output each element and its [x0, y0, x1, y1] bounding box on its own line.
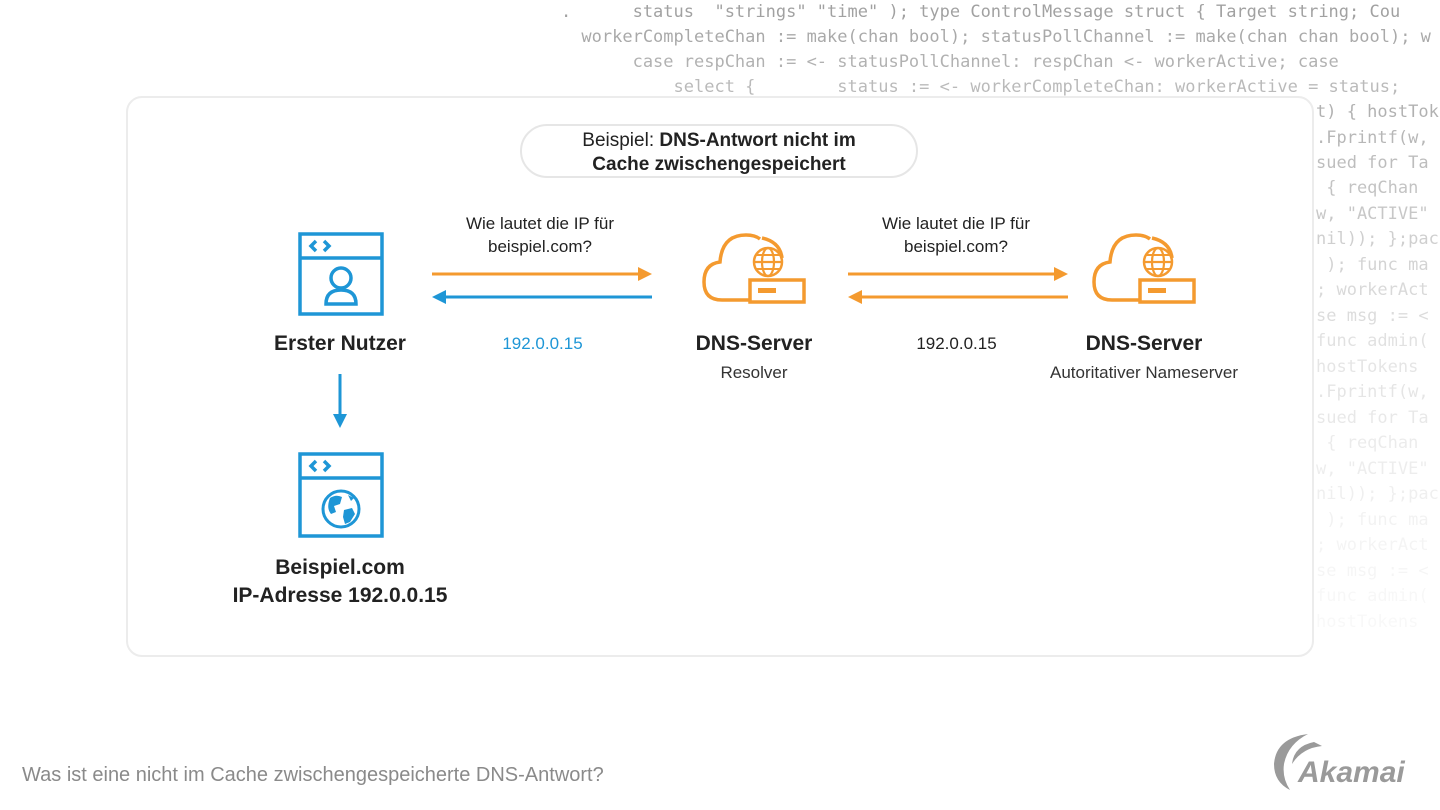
cloud-server-globe-icon: [1092, 233, 1196, 304]
code-line: func admin(: [1316, 586, 1429, 606]
code-line: select { status := <- workerCompleteChan…: [520, 77, 1401, 97]
code-line: hostTokens: [1316, 612, 1418, 632]
resolver-label: DNS-Server: [695, 332, 813, 355]
answer-ip-to-resolver: 192.0.0.15: [916, 334, 997, 353]
title-lead: Beispiel:: [582, 130, 660, 151]
website-label-line2: IP-Adresse 192.0.0.15: [232, 584, 448, 607]
code-line: { reqChan: [1316, 433, 1419, 453]
website-label-line1: Beispiel.com: [275, 556, 405, 579]
footer-caption: Was ist eine nicht im Cache zwischengesp…: [22, 764, 604, 786]
code-line: w, "ACTIVE": [1316, 204, 1429, 224]
code-line: sued for Ta: [1316, 153, 1429, 173]
code-line: ; workerAct: [1316, 280, 1429, 300]
question-line2: beispiel.com?: [488, 237, 592, 256]
code-line: nil)); };pac: [1316, 484, 1439, 504]
arrowhead-left: [432, 290, 446, 304]
akamai-logo: Akamai: [1274, 734, 1405, 790]
code-line: ); func ma: [1316, 510, 1429, 530]
authoritative-sublabel: Autoritativer Nameserver: [1049, 363, 1238, 382]
code-line: .Fprintf(w,: [1316, 382, 1429, 402]
code-line: case respChan := <- statusPollChannel: r…: [520, 52, 1339, 72]
arrow-down-icon: [333, 374, 347, 428]
question-line2: beispiel.com?: [904, 237, 1008, 256]
arrows-resolver-authoritative: [848, 267, 1068, 304]
answer-ip-to-user: 192.0.0.15: [502, 334, 583, 353]
code-line: se msg := <: [1316, 306, 1429, 326]
code-line: t) { hostTok: [1316, 102, 1439, 122]
question-line1: Wie lautet die IP für: [465, 214, 615, 233]
arrowhead-right: [1054, 267, 1068, 281]
arrows-user-resolver: [432, 267, 652, 304]
code-line: nil)); };pac: [1316, 229, 1439, 249]
question-resolver-to-authoritative: Wie lautet die IP für beispiel.com?: [846, 212, 1066, 258]
question-user-to-resolver: Wie lautet die IP für beispiel.com?: [430, 212, 650, 258]
title-bold-line1: DNS-Antwort nicht im: [659, 130, 856, 151]
logo-text: Akamai: [1297, 756, 1405, 789]
question-line1: Wie lautet die IP für: [881, 214, 1031, 233]
code-line: w, "ACTIVE": [1316, 459, 1429, 479]
diagram-title: Beispiel: DNS-Antwort nicht im Cache zwi…: [520, 124, 918, 178]
authoritative-label: DNS-Server: [1085, 332, 1203, 355]
code-line: func admin(: [1316, 331, 1429, 351]
code-line: hostTokens: [1316, 357, 1419, 377]
code-line: . status "strings" "time" ); type Contro…: [520, 2, 1401, 22]
code-line: ); func ma: [1316, 255, 1429, 275]
title-bold-line2: Cache zwischengespeichert: [592, 154, 846, 175]
cloud-server-globe-icon: [702, 233, 806, 304]
code-line: ; workerAct: [1316, 535, 1429, 555]
resolver-sublabel: Resolver: [720, 363, 788, 382]
arrowhead-right: [638, 267, 652, 281]
arrowhead-left: [848, 290, 862, 304]
code-line: { reqChan: [1316, 178, 1419, 198]
code-line: se msg := <: [1316, 561, 1429, 581]
code-line: .Fprintf(w,: [1316, 128, 1429, 148]
browser-globe-icon: [298, 452, 384, 538]
code-line: workerCompleteChan := make(chan bool); s…: [520, 27, 1431, 47]
user-label: Erster Nutzer: [274, 332, 406, 355]
code-line: sued for Ta: [1316, 408, 1429, 428]
browser-user-icon: [298, 232, 384, 316]
